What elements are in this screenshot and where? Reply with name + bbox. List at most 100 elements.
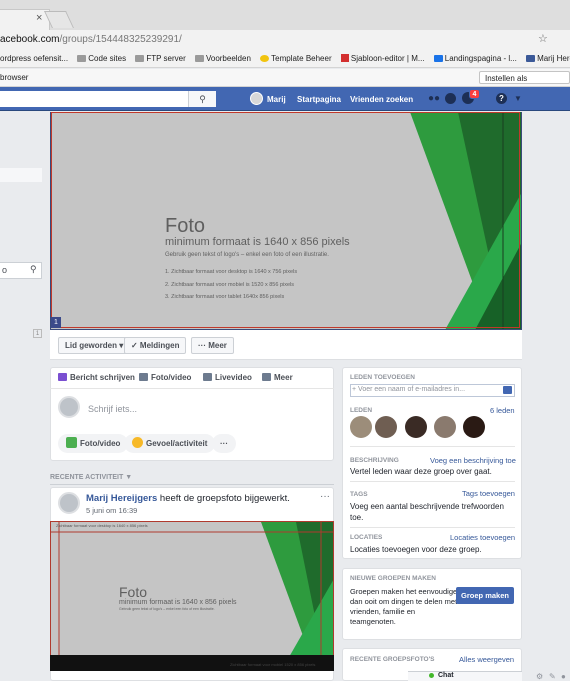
blue-app-icon (433, 55, 443, 62)
post-image-footer: Zichtbaar formaat voor mobiel 1520 x 856… (230, 662, 316, 667)
post-image-note: Gebruik geen tekst of logo's – enkel een… (119, 607, 215, 611)
bookmark-wordpress[interactable]: ordpress oefensit... (0, 50, 68, 67)
divider (350, 527, 515, 528)
photo-icon (139, 373, 148, 381)
cover-number-badge: 1 (51, 317, 61, 328)
bookmark-marij[interactable]: Marij Hereijge (526, 50, 570, 67)
browser-tab[interactable] (0, 9, 50, 30)
tab-strip (0, 0, 570, 30)
add-description-link[interactable]: Voeg een beschrijving toe (430, 456, 516, 465)
add-tags-link[interactable]: Tags toevoegen (462, 489, 515, 498)
folder-icon (135, 55, 145, 62)
member-avatar[interactable] (434, 416, 456, 438)
tab-live-video[interactable]: Livevideo (203, 373, 252, 382)
photo-video-button[interactable]: Foto/video (58, 434, 129, 453)
bookmark-sjabloon-editor[interactable]: Sjabloon-editor | M... (340, 50, 425, 67)
divider (50, 484, 334, 485)
add-members-header: LEDEN TOEVOEGEN (350, 374, 415, 381)
friend-requests-icon[interactable]: ●● (428, 93, 440, 104)
tags-text: Voeg een aantal beschrijvende trefwoorde… (350, 502, 504, 522)
url-path: /groups/154448325239291/ (59, 34, 182, 45)
tab-more[interactable]: Meer (262, 373, 293, 382)
set-default-button[interactable]: Instellen als standaard (479, 71, 570, 96)
cover-line: 2. Zichtbaar formaat voor mobiel is 1520… (165, 282, 295, 288)
bookmark-code-sites[interactable]: Code sites (77, 50, 126, 67)
post-action: heeft de groepsfoto bijgewerkt. (157, 493, 290, 504)
add-member-placeholder: + Voer een naam of e-mailadres in... (352, 386, 466, 393)
account-menu-caret-icon[interactable]: ▼ (514, 94, 522, 103)
url-text[interactable]: acebook.com/groups/154448325239291/ (0, 34, 182, 45)
bookmark-voorbeelden[interactable]: Voorbeelden (194, 50, 251, 67)
tab-write-post[interactable]: Bericht schrijven (58, 373, 135, 382)
member-avatar[interactable] (405, 416, 427, 438)
post-timestamp[interactable]: 5 juni om 16:39 (86, 506, 137, 515)
more-button[interactable]: ··· Meer (191, 337, 234, 354)
help-icon[interactable]: ? (496, 93, 507, 104)
settings-gear-icon[interactable]: ⚙ (536, 672, 543, 681)
member-avatar[interactable] (350, 416, 372, 438)
cover-line: 3. Zichtbaar formaat voor tablet 1640x 8… (165, 294, 285, 300)
feeling-activity-button[interactable]: Gevoel/activiteit (124, 434, 216, 453)
post-title: Marij Hereijgers heeft de groepsfoto bij… (86, 493, 290, 504)
locations-header: LOCATIES (350, 534, 383, 541)
joined-button[interactable]: Lid geworden ▾ (58, 337, 131, 354)
contact-book-icon[interactable] (503, 386, 512, 394)
chat-bar[interactable] (408, 671, 522, 681)
avatar[interactable] (250, 92, 263, 105)
online-dot-icon (429, 673, 434, 678)
bookmark-star-icon[interactable]: ☆ (538, 32, 548, 45)
post-options-button[interactable]: ··· (320, 491, 330, 502)
yellow-circle-icon (260, 55, 270, 62)
divider (350, 481, 515, 482)
profile-link[interactable]: Marij (267, 95, 286, 104)
group-chat-icon[interactable]: ● (561, 672, 566, 681)
description-header: BESCHRIJVING (350, 457, 399, 464)
more-icon (262, 373, 271, 381)
members-count-link[interactable]: 6 leden (490, 406, 515, 415)
bookmark-landingspagina[interactable]: Landingspagina - l... (433, 50, 517, 67)
avatar[interactable] (58, 492, 80, 514)
folder-icon (77, 55, 87, 62)
search-icon: ⚲ (199, 94, 206, 104)
recent-activity-header[interactable]: RECENTE ACTIVITEIT ▼ (50, 474, 132, 481)
home-link[interactable]: Startpagina (297, 95, 341, 104)
new-groups-header: NIEUWE GROEPEN MAKEN (350, 575, 436, 582)
collapse-toggle[interactable]: 1 (33, 329, 42, 338)
search-icon[interactable]: ⚲ (30, 264, 37, 275)
facebook-icon (526, 55, 536, 62)
pencil-icon (58, 373, 67, 381)
member-avatar[interactable] (463, 416, 485, 438)
see-all-link[interactable]: Alles weergeven (459, 655, 514, 664)
messenger-icon[interactable] (445, 93, 456, 104)
bookmark-ftp-server[interactable]: FTP server (135, 50, 186, 67)
notification-badge: 4 (469, 89, 480, 99)
red-triangle-icon (340, 54, 349, 62)
post-author-link[interactable]: Marij Hereijgers (86, 493, 157, 504)
photo-icon (66, 437, 77, 448)
create-group-button[interactable]: Groep maken (456, 587, 514, 604)
notifications-button[interactable]: ✓ Meldingen (124, 337, 187, 354)
add-locations-link[interactable]: Locaties toevoegen (450, 533, 515, 542)
composer-input[interactable]: Schrijf iets... (88, 404, 137, 414)
post-image-label: Zichtbaar formaat voor desktop is 1640 x… (56, 523, 148, 528)
locations-text: Locaties toevoegen voor deze groep. (350, 545, 482, 554)
tab-photo-video[interactable]: Foto/video (139, 373, 191, 382)
infobar-text: browser (0, 73, 29, 82)
smiley-icon (132, 437, 143, 448)
post-image[interactable] (50, 521, 334, 670)
more-actions-button[interactable]: ··· (212, 434, 236, 453)
bookmark-template-beheer[interactable]: Template Beheer (260, 50, 332, 67)
post-image-subtitle: minimum formaat is 1640 x 856 pixels (119, 599, 237, 606)
chat-label[interactable]: Chat (438, 672, 454, 679)
bookmarks-bar: ordpress oefensit... Code sites FTP serv… (0, 50, 570, 68)
member-avatar[interactable] (375, 416, 397, 438)
search-button[interactable]: ⚲ (188, 91, 216, 107)
compose-icon[interactable]: ✎ (549, 672, 556, 681)
tab-close-icon[interactable]: × (36, 12, 42, 24)
left-nav-item[interactable] (0, 168, 42, 182)
new-groups-text: Groepen maken het eenvoudiger dan ooit o… (350, 587, 460, 626)
divider (350, 446, 515, 447)
search-input[interactable] (0, 91, 216, 107)
post-image-green-shapes (51, 522, 333, 669)
find-friends-link[interactable]: Vrienden zoeken (350, 95, 413, 104)
